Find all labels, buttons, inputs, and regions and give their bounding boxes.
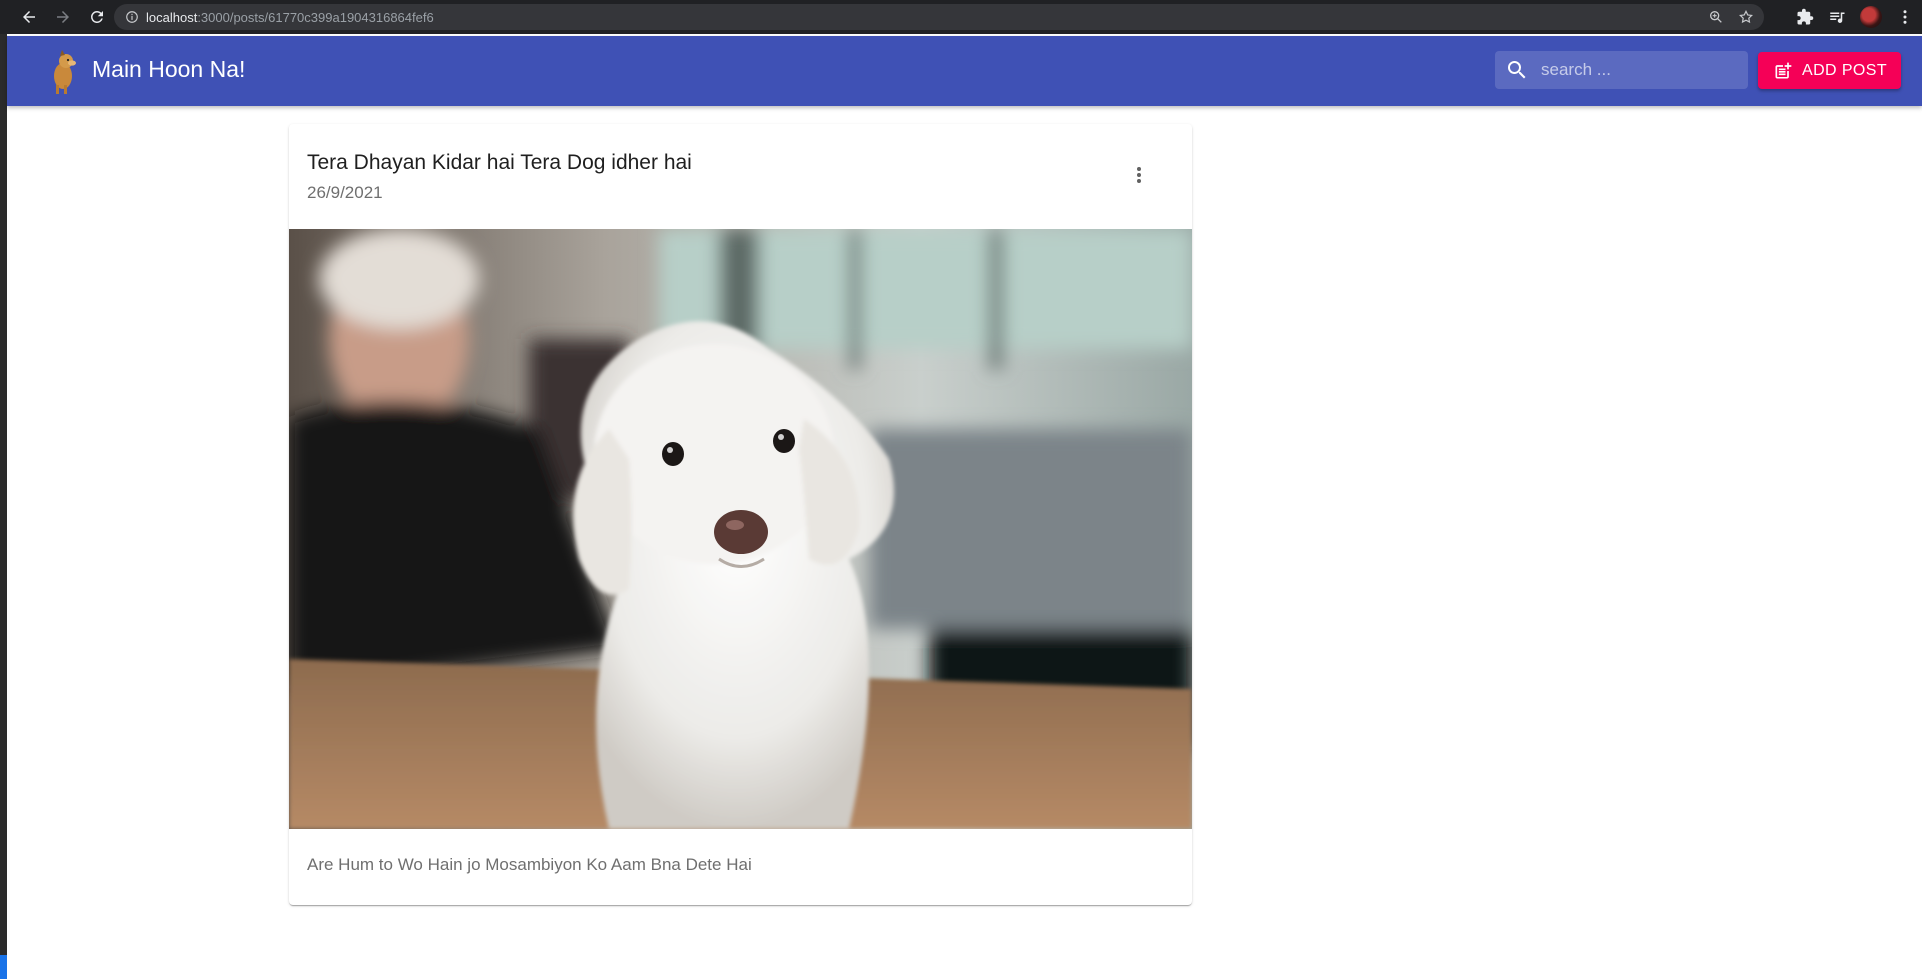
url-path: :3000/posts/61770c399a1904316864fef6 [197, 9, 434, 25]
zoom-icon[interactable] [1708, 9, 1724, 25]
info-icon [126, 11, 138, 23]
back-icon [23, 11, 35, 23]
app-bar: Main Hoon Na! ADD POST [7, 36, 1922, 106]
extensions-icon[interactable] [1796, 8, 1814, 26]
post-image [289, 229, 1192, 829]
forward-icon [57, 11, 69, 23]
background-window-edge [0, 34, 7, 979]
more-options-button[interactable] [1115, 151, 1163, 199]
app-brand-title[interactable]: Main Hoon Na! [92, 56, 245, 83]
post-title: Tera Dhayan Kidar hai Tera Dog idher hai [307, 151, 692, 174]
search-box[interactable] [1495, 51, 1748, 89]
profile-avatar[interactable] [1860, 6, 1882, 28]
menu-icon[interactable] [1896, 8, 1914, 26]
browser-toolbar: localhost:3000/posts/61770c399a190431686… [0, 0, 1922, 34]
extension-area [1796, 0, 1914, 34]
add-post-label: ADD POST [1802, 61, 1887, 79]
post-card: Tera Dhayan Kidar hai Tera Dog idher hai… [289, 124, 1192, 905]
address-bar[interactable]: localhost:3000/posts/61770c399a190431686… [114, 4, 1764, 30]
search-icon [1495, 58, 1539, 82]
search-input[interactable] [1539, 59, 1733, 81]
back-button[interactable] [12, 0, 46, 34]
reading-list-icon[interactable] [1828, 8, 1846, 26]
site-info-button[interactable] [118, 10, 146, 24]
post-message: Are Hum to Wo Hain jo Mosambiyon Ko Aam … [307, 855, 752, 874]
star-icon[interactable] [1738, 9, 1754, 25]
omnibox-actions [1708, 4, 1754, 30]
url-text: localhost:3000/posts/61770c399a190431686… [146, 10, 434, 25]
url-host: localhost [146, 9, 198, 25]
reload-icon [90, 10, 103, 23]
add-post-button[interactable]: ADD POST [1758, 52, 1901, 89]
dog-logo[interactable] [39, 46, 89, 96]
add-post-icon [1772, 60, 1794, 82]
reload-button[interactable] [80, 0, 114, 34]
more-vert-icon [1137, 167, 1141, 183]
post-date: 26/9/2021 [307, 183, 383, 202]
forward-button[interactable] [46, 0, 80, 34]
